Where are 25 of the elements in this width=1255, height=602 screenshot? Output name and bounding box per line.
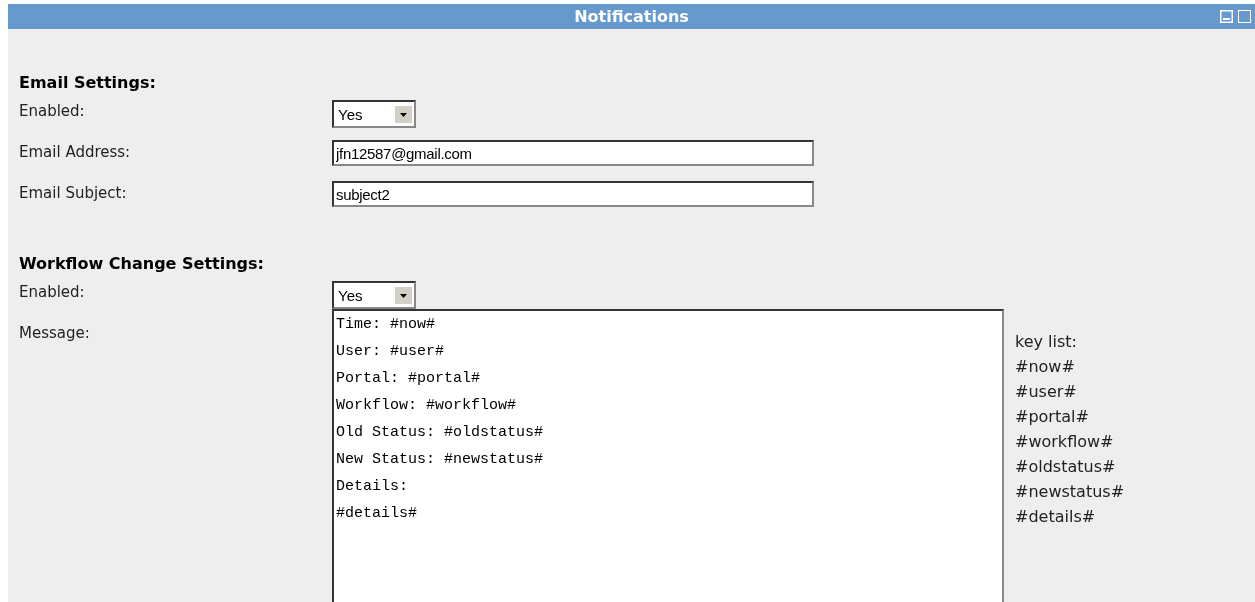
input-field[interactable]: jfn12587@gmail.com: [332, 140, 814, 166]
key-item: #details#: [1015, 506, 1097, 528]
window-title: Notifications: [574, 7, 689, 26]
key-list-title: key list:: [1015, 331, 1078, 353]
minimize-icon[interactable]: [1220, 10, 1233, 23]
dropdown[interactable]: Yes: [332, 281, 416, 309]
key-item: #portal#: [1015, 406, 1090, 428]
field-label: Email Address:: [19, 142, 132, 161]
caret-icon: [395, 105, 412, 123]
section-heading: Workflow Change Settings:: [19, 254, 265, 275]
dropdown[interactable]: Yes: [332, 100, 416, 128]
key-item: #user#: [1015, 381, 1078, 403]
field-label: Message:: [19, 323, 91, 342]
field-label: Email Subject:: [19, 183, 128, 202]
maximize-icon[interactable]: [1238, 10, 1251, 23]
message-field[interactable]: Time: #now# User: #user# Portal: #portal# Workflow: #workflow# Old Status: #oldstatus# New Status: #newstatus# Details: #details#: [332, 309, 1004, 602]
input-field[interactable]: subject2: [332, 181, 814, 207]
caret-icon: [395, 286, 412, 304]
key-item: #newstatus#: [1015, 481, 1125, 503]
key-item: #workflow#: [1015, 431, 1115, 453]
key-item: #now#: [1015, 356, 1076, 378]
section-heading: Email Settings:: [19, 73, 157, 94]
key-item: #oldstatus#: [1015, 456, 1117, 478]
field-label: Enabled:: [19, 101, 86, 120]
field-label: Enabled:: [19, 282, 86, 301]
